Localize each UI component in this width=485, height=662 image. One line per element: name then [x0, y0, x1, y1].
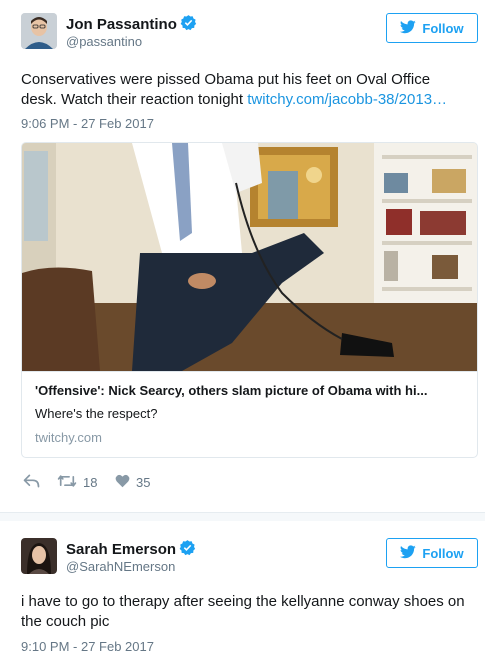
- user-handle[interactable]: @SarahNEmerson: [66, 559, 175, 574]
- tweet-1: Jon Passantino @passantino Follow Conser…: [0, 0, 485, 512]
- verified-badge-icon: [180, 14, 197, 35]
- display-name[interactable]: Jon Passantino: [66, 14, 197, 35]
- card-domain: twitchy.com: [35, 430, 102, 445]
- retweet-count: 18: [83, 475, 98, 490]
- verified-badge-icon: [179, 539, 196, 560]
- link-card[interactable]: 'Offensive': Nick Searcy, others slam pi…: [21, 142, 478, 458]
- bird-icon: [400, 19, 417, 37]
- tweet-divider: [0, 512, 485, 521]
- like-button[interactable]: 35: [115, 474, 150, 491]
- tweet-2: Sarah Emerson @SarahNEmerson Follow i ha…: [0, 521, 485, 662]
- card-description: Where's the respect?: [35, 406, 158, 421]
- display-name-text[interactable]: Sarah Emerson: [66, 541, 176, 558]
- follow-label: Follow: [422, 545, 464, 561]
- avatar[interactable]: [21, 13, 57, 49]
- display-name[interactable]: Sarah Emerson: [66, 539, 196, 560]
- user-handle[interactable]: @passantino: [66, 34, 142, 49]
- card-title[interactable]: 'Offensive': Nick Searcy, others slam pi…: [35, 383, 465, 398]
- display-name-text[interactable]: Jon Passantino: [66, 16, 177, 33]
- retweet-icon: [57, 474, 77, 491]
- tweet-link[interactable]: twitchy.com/jacobb-38/2013…: [247, 91, 447, 108]
- heart-icon: [115, 474, 130, 491]
- bird-icon: [400, 544, 417, 562]
- follow-button[interactable]: Follow: [386, 13, 478, 43]
- timestamp[interactable]: 9:06 PM - 27 Feb 2017: [21, 116, 154, 131]
- tweet-text: Conservatives were pissed Obama put his …: [21, 70, 469, 110]
- timestamp[interactable]: 9:10 PM - 27 Feb 2017: [21, 639, 154, 654]
- follow-button[interactable]: Follow: [386, 538, 478, 568]
- card-separator: [22, 371, 477, 372]
- tweet-text: i have to go to therapy after seeing the…: [21, 593, 465, 630]
- follow-label: Follow: [422, 20, 464, 36]
- reply-icon: [23, 474, 40, 491]
- like-count: 35: [136, 475, 151, 490]
- retweet-button[interactable]: 18: [57, 474, 97, 491]
- card-image[interactable]: [22, 143, 477, 371]
- reply-button[interactable]: [23, 474, 40, 491]
- avatar[interactable]: [21, 538, 57, 574]
